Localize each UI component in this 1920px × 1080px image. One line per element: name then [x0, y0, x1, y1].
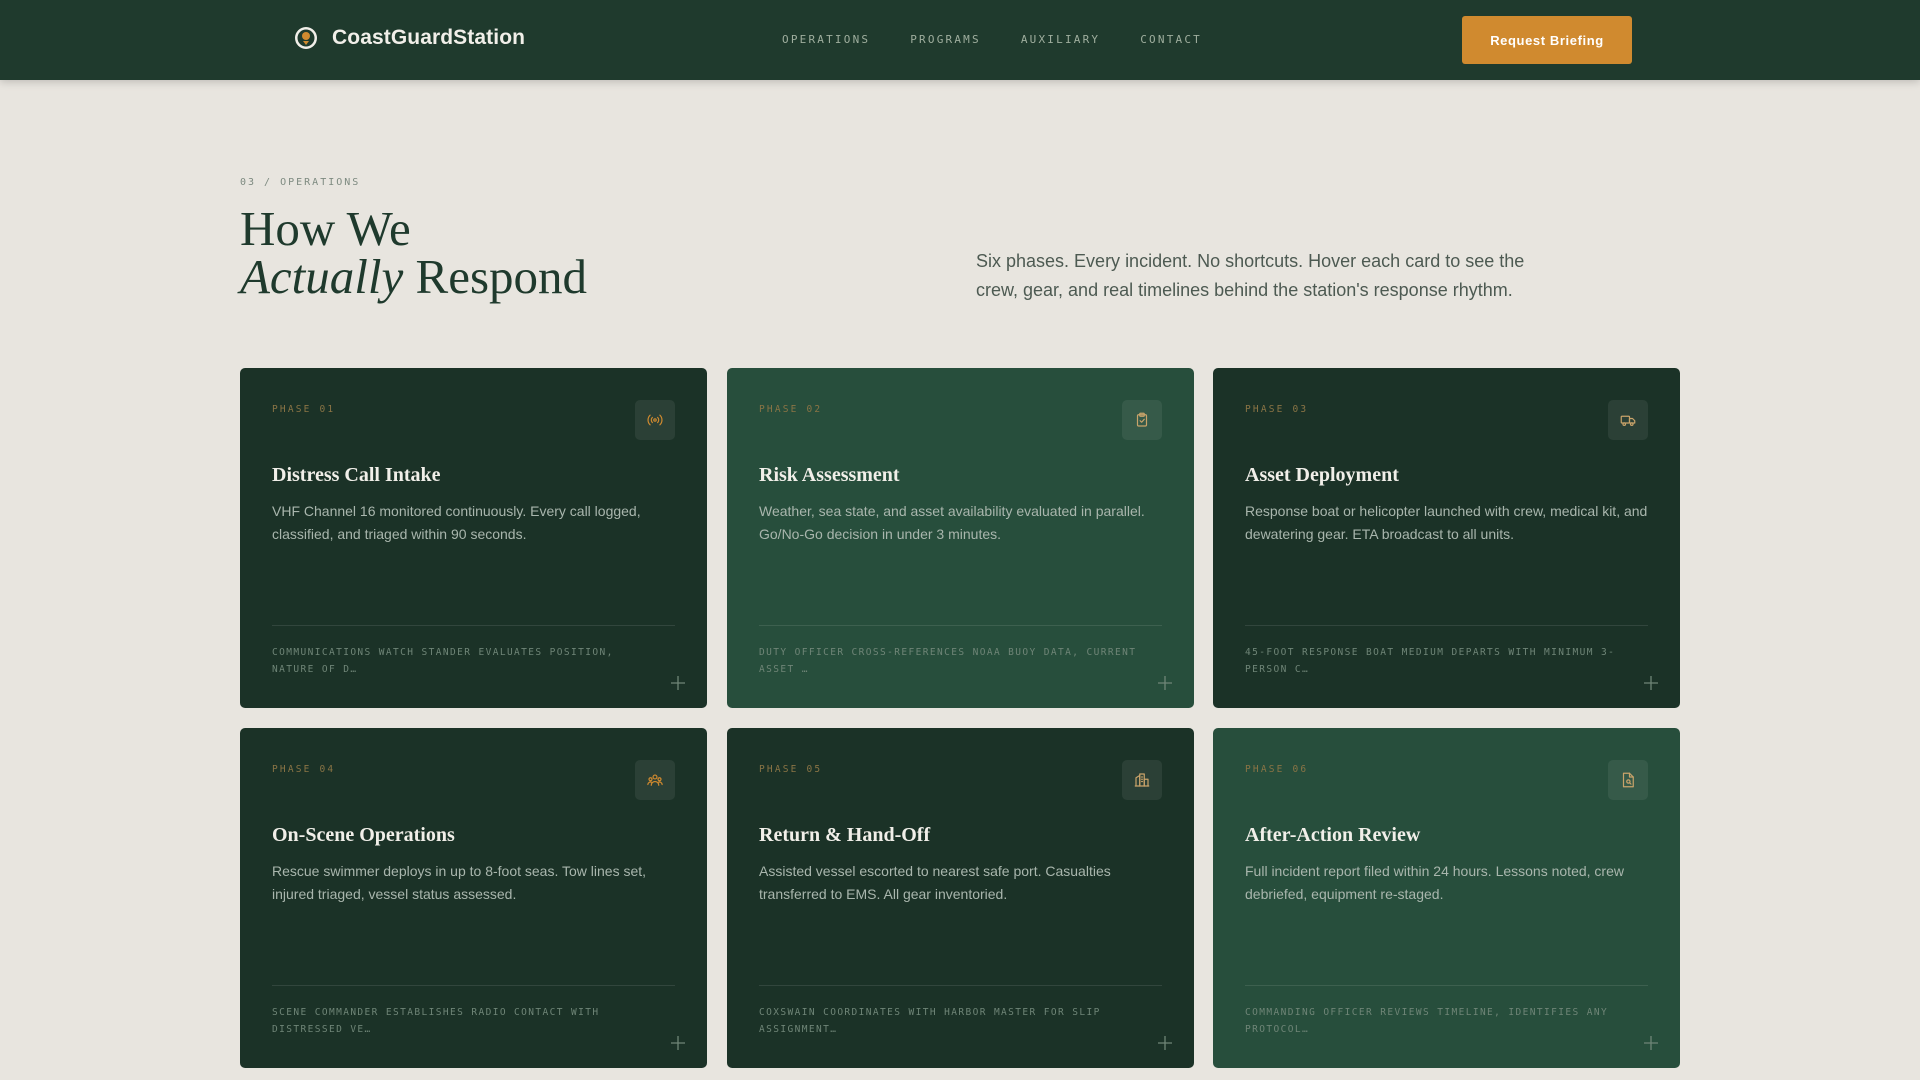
nav-link-programs[interactable]: PROGRAMS	[910, 33, 981, 46]
card-divider	[272, 985, 675, 986]
phase-label: PHASE 01	[272, 404, 336, 415]
phase-label: PHASE 05	[759, 764, 823, 775]
phase-card-1[interactable]: PHASE 01 Distress Call Intake VHF Channe…	[240, 368, 707, 708]
card-detail: COXSWAIN COORDINATES WITH HARBOR MASTER …	[759, 1007, 1101, 1035]
top-nav: CoastGuardStation OPERATIONS PROGRAMS AU…	[0, 0, 1920, 80]
clipboard-check-icon	[1122, 400, 1162, 440]
phase-card-2[interactable]: PHASE 02 Risk Assessment Weather, sea st…	[727, 368, 1194, 708]
station-logo-icon	[295, 27, 317, 49]
card-title: Asset Deployment	[1245, 464, 1399, 486]
phase-label: PHASE 06	[1245, 764, 1309, 775]
card-divider	[759, 625, 1162, 626]
card-divider	[1245, 985, 1648, 986]
report-document-icon	[1608, 760, 1648, 800]
expand-plus-icon[interactable]	[667, 1032, 689, 1054]
phase-card-3[interactable]: PHASE 03 Asset Deployment Response boat …	[1213, 368, 1680, 708]
card-title: Risk Assessment	[759, 464, 900, 486]
card-detail: 45-FOOT RESPONSE BOAT MEDIUM DEPARTS WIT…	[1245, 647, 1616, 675]
section-intro: Six phases. Every incident. No shortcuts…	[976, 251, 1525, 300]
card-description: Response boat or helicopter launched wit…	[1245, 503, 1648, 542]
brand-link[interactable]: CoastGuardStation	[294, 26, 525, 50]
section-eyebrow: 03 / OPERATIONS	[240, 177, 361, 188]
card-title: On-Scene Operations	[272, 824, 455, 846]
card-detail: SCENE COMMANDER ESTABLISHES RADIO CONTAC…	[272, 1007, 600, 1035]
truck-icon	[1608, 400, 1648, 440]
card-divider	[272, 625, 675, 626]
card-detail: COMMUNICATIONS WATCH STANDER EVALUATES P…	[272, 647, 614, 675]
phase-card-5[interactable]: PHASE 05 Return & Hand-Off Assisted vess…	[727, 728, 1194, 1068]
phase-label: PHASE 02	[759, 404, 823, 415]
expand-plus-icon[interactable]	[1640, 672, 1662, 694]
card-title: Return & Hand-Off	[759, 824, 931, 846]
nav-link-contact[interactable]: CONTACT	[1140, 33, 1202, 46]
phase-label: PHASE 04	[272, 764, 336, 775]
section-heading: How We Actually Respond	[240, 201, 587, 301]
nav-link-auxiliary[interactable]: AUXILIARY	[1021, 33, 1100, 46]
expand-plus-icon[interactable]	[1154, 672, 1176, 694]
card-title: After-Action Review	[1245, 824, 1421, 846]
expand-plus-icon[interactable]	[1154, 1032, 1176, 1054]
request-briefing-button[interactable]: Request Briefing	[1462, 16, 1632, 64]
card-description: Rescue swimmer deploys in up to 8-foot s…	[272, 863, 647, 902]
phase-label: PHASE 03	[1245, 404, 1309, 415]
card-description: VHF Channel 16 monitored continuously. E…	[272, 503, 641, 542]
card-description: Weather, sea state, and asset availabili…	[759, 503, 1145, 542]
card-description: Full incident report filed within 24 hou…	[1245, 863, 1624, 902]
crew-group-icon	[635, 760, 675, 800]
card-detail: COMMANDING OFFICER REVIEWS TIMELINE, IDE…	[1245, 1007, 1609, 1035]
card-detail: DUTY OFFICER CROSS-REFERENCES NOAA BUOY …	[759, 647, 1137, 675]
heading-italic-word: Actually	[240, 249, 404, 304]
nav-link-operations[interactable]: OPERATIONS	[782, 33, 870, 46]
primary-nav: OPERATIONS PROGRAMS AUXILIARY CONTACT	[782, 33, 1202, 46]
card-description: Assisted vessel escorted to nearest safe…	[759, 863, 1111, 902]
heading-line-2-rest: Respond	[403, 249, 588, 304]
phase-card-4[interactable]: PHASE 04 On-Scene Operations Rescue swim…	[240, 728, 707, 1068]
card-title: Distress Call Intake	[272, 464, 441, 486]
heading-line-1: How We	[240, 201, 411, 256]
card-divider	[759, 985, 1162, 986]
phase-card-6[interactable]: PHASE 06 After-Action Review Full incide…	[1213, 728, 1680, 1068]
heading-line-2: Actually Respond	[240, 252, 587, 301]
expand-plus-icon[interactable]	[667, 672, 689, 694]
expand-plus-icon[interactable]	[1640, 1032, 1662, 1054]
brand-name: CoastGuardStation	[332, 26, 526, 49]
harbor-building-icon	[1122, 760, 1162, 800]
radio-signal-icon	[635, 400, 675, 440]
card-divider	[1245, 625, 1648, 626]
